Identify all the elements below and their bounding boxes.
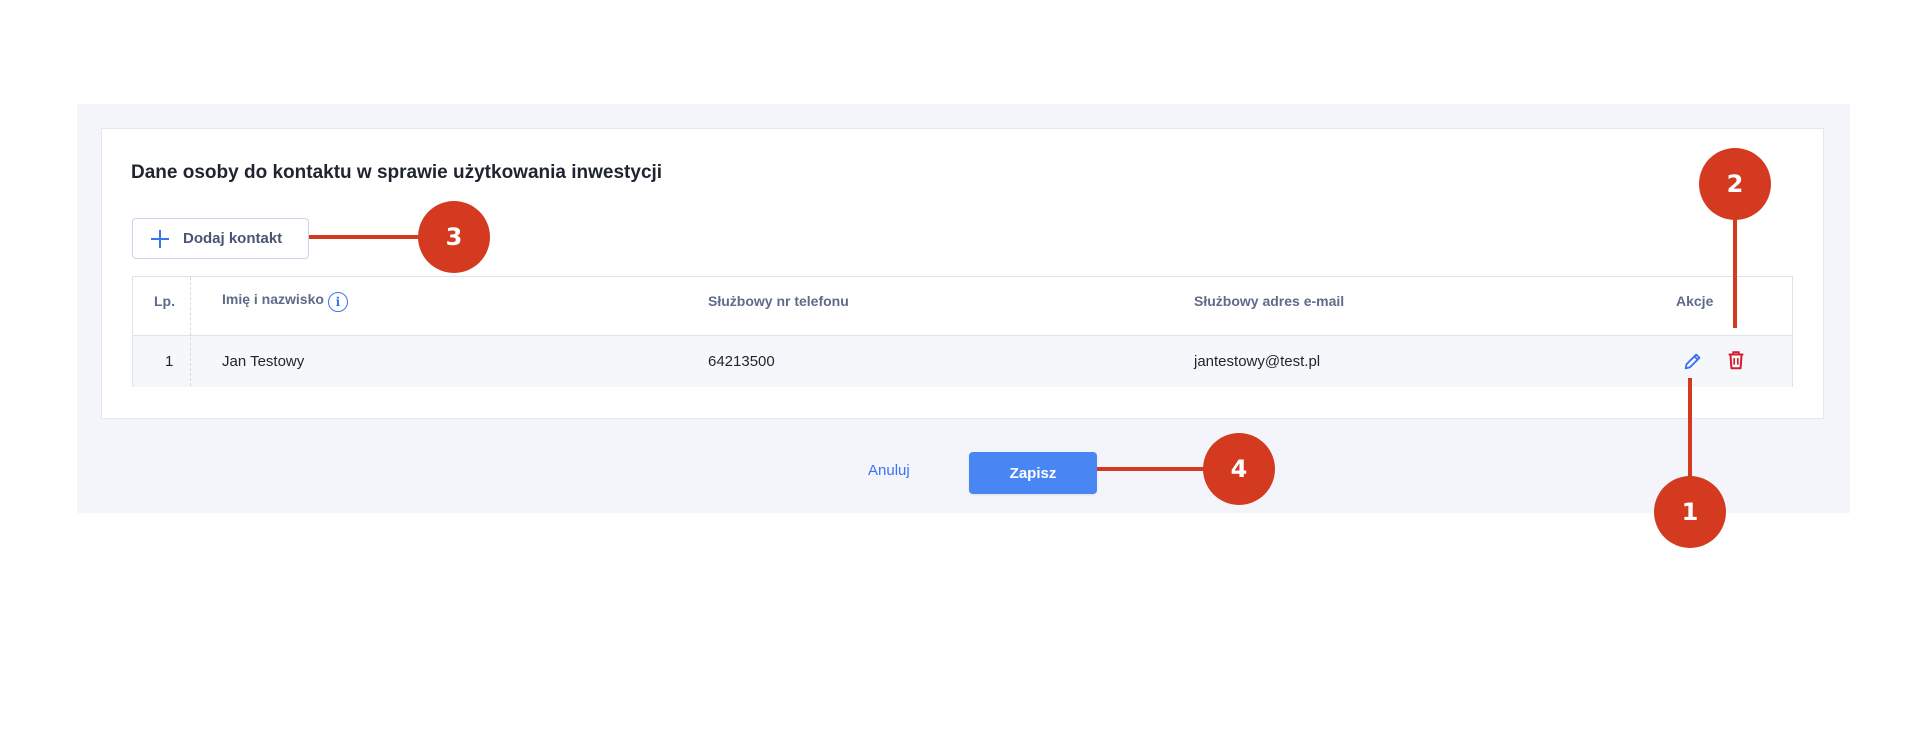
add-contact-button[interactable]: Dodaj kontakt	[132, 218, 309, 259]
callout-4: 4	[1203, 433, 1275, 505]
header-name-label: Imię i nazwisko	[222, 291, 324, 307]
callout-3: 3	[418, 201, 490, 273]
row-lp: 1	[165, 353, 174, 370]
header-lp: Lp.	[154, 293, 175, 309]
pencil-icon[interactable]	[1682, 350, 1704, 372]
cancel-button[interactable]: Anuluj	[868, 462, 910, 479]
table-header: Lp. Imię i nazwisko i Służbowy nr telefon…	[133, 277, 1792, 336]
row-email: jantestowy@test.pl	[1194, 353, 1321, 370]
trash-icon[interactable]	[1725, 349, 1747, 371]
row-name: Jan Testowy	[222, 353, 305, 370]
callout-2-line	[1733, 218, 1737, 328]
add-contact-label: Dodaj kontakt	[183, 230, 283, 247]
callout-1: 1	[1654, 476, 1726, 548]
callout-1-line	[1688, 378, 1692, 478]
header-phone: Służbowy nr telefonu	[708, 293, 849, 309]
column-divider	[190, 277, 191, 386]
section-title: Dane osoby do kontaktu w sprawie użytkow…	[131, 162, 663, 183]
save-button[interactable]: Zapisz	[969, 452, 1097, 494]
callout-3-line	[309, 235, 424, 239]
header-email: Służbowy adres e-mail	[1194, 293, 1345, 309]
row-phone: 64213500	[708, 353, 775, 370]
callout-4-line	[1097, 467, 1207, 471]
callout-2: 2	[1699, 148, 1771, 220]
info-icon[interactable]: i	[327, 292, 348, 312]
contacts-table: Lp. Imię i nazwisko i Służbowy nr telefon…	[132, 276, 1793, 387]
table-row: 1 Jan Testowy 64213500 jantestowy@test.p…	[133, 336, 1792, 387]
header-name: Imię i nazwisko i	[222, 291, 348, 312]
plus-icon	[151, 229, 169, 248]
header-actions: Akcje	[1676, 293, 1714, 309]
